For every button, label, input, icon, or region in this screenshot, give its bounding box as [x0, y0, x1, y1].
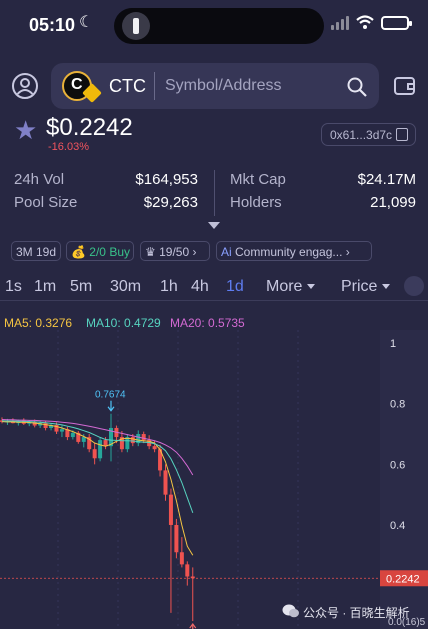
ma10-line — [1, 420, 194, 513]
tf-1s[interactable]: 1s — [5, 278, 22, 296]
candle-body — [168, 494, 173, 525]
community-chip[interactable]: Ai Community engag... › — [216, 241, 372, 261]
vol-label: 24h Vol — [14, 171, 65, 188]
tf-4h[interactable]: 4h — [191, 278, 209, 296]
y-tick-label: 0.6 — [390, 459, 405, 471]
mcap-label: Mkt Cap — [230, 171, 286, 188]
tf-1d[interactable]: 1d — [226, 278, 244, 296]
price-label: Price — [341, 278, 378, 295]
y-tick-label: 1 — [390, 338, 396, 350]
user-icon[interactable] — [11, 72, 39, 100]
candle-body — [70, 432, 75, 438]
candle-body — [163, 470, 168, 495]
holders-value: 21,099 — [370, 194, 416, 211]
pool-value: $29,263 — [143, 194, 198, 211]
candle-body — [43, 423, 48, 428]
token-age: 3M 19d — [16, 245, 57, 259]
tf-30m[interactable]: 30m — [110, 278, 141, 296]
chart-settings-icon[interactable] — [404, 276, 424, 296]
contract-address-button[interactable]: 0x61...3d7c — [321, 123, 416, 146]
high-marker-label: 0.7674 — [95, 390, 126, 401]
wechat-icon — [282, 604, 299, 618]
candle-body — [59, 429, 64, 432]
search-input[interactable] — [165, 73, 335, 99]
y-tick-label: 0.4 — [390, 520, 405, 532]
crown-icon: ♛ — [145, 245, 156, 259]
stats-divider — [214, 170, 215, 216]
chevron-down-icon — [382, 284, 391, 290]
more-label: More — [266, 278, 303, 295]
search-bar[interactable]: CTC — [51, 63, 379, 109]
more-dropdown[interactable]: More — [266, 278, 316, 296]
candle-body — [98, 440, 103, 459]
flashlight-icon — [122, 12, 150, 40]
contract-address: 0x61...3d7c — [330, 128, 393, 142]
candlestick-chart[interactable]: 10.80.60.40.22420.76740.083170.0(16)5 — [0, 330, 428, 629]
coin-symbol: CTC — [109, 76, 146, 96]
candle-body — [152, 446, 157, 450]
divider — [0, 300, 428, 301]
candle-body — [141, 434, 146, 441]
candle-body — [185, 564, 190, 577]
dynamic-island — [114, 8, 324, 44]
y-tick-label: 0.8 — [390, 399, 405, 411]
tf-1m[interactable]: 1m — [34, 278, 56, 296]
chevron-down-icon — [307, 284, 316, 290]
token-age-chip[interactable]: 3M 19d — [11, 241, 61, 261]
price-change: -16.03% — [48, 141, 89, 153]
vol-value: $164,953 — [135, 171, 198, 188]
money-bag-icon: 💰 — [71, 245, 86, 259]
token-price: $0.2242 — [46, 114, 133, 141]
status-bar: 05:10 ☾ — [0, 0, 428, 54]
mcap-value: $24.17M — [357, 171, 416, 188]
tf-1h[interactable]: 1h — [160, 278, 178, 296]
current-price-label: 0.2242 — [386, 573, 420, 585]
candle-body — [81, 437, 86, 442]
ma5-label: MA5: 0.3276 — [4, 316, 73, 330]
moon-icon: ☾ — [79, 14, 94, 31]
tf-5m[interactable]: 5m — [70, 278, 92, 296]
ma20-line — [1, 419, 194, 476]
search-divider — [154, 72, 155, 100]
battery-icon — [381, 16, 412, 30]
wallet-icon[interactable] — [393, 74, 417, 98]
price-dropdown[interactable]: Price — [341, 278, 391, 296]
buy-chip[interactable]: 💰 2/0 Buy — [66, 241, 134, 261]
candle-body — [174, 524, 179, 553]
holders-chip[interactable]: ♛ 19/50 › — [140, 241, 210, 261]
holders-label: Holders — [230, 194, 282, 211]
search-icon[interactable] — [346, 76, 368, 98]
copy-icon[interactable] — [396, 128, 408, 141]
holders-ratio: 19/50 — [159, 245, 190, 259]
ma10-label: MA10: 0.4729 — [86, 316, 161, 330]
chevron-right-icon: › — [192, 245, 197, 259]
ai-icon: Ai — [221, 245, 232, 259]
clock: 05:10 — [29, 15, 76, 35]
ma20-label: MA20: 0.5735 — [170, 316, 245, 330]
watermark-text: 公众号 · 百晓生解析 — [303, 606, 410, 620]
favorite-star-icon[interactable]: ★ — [14, 117, 37, 143]
buy-word: Buy — [109, 245, 131, 259]
community-label: Community engag... — [235, 245, 343, 259]
candle-body — [130, 437, 135, 444]
candle-body — [179, 552, 184, 565]
pool-label: Pool Size — [14, 194, 78, 211]
expand-stats-icon[interactable] — [208, 222, 220, 229]
buy-ratio: 2/0 — [89, 245, 106, 259]
wifi-icon — [356, 15, 374, 29]
cellular-signal-icon — [331, 16, 351, 30]
candle-body — [92, 449, 97, 459]
chevron-right-icon: › — [345, 245, 350, 259]
